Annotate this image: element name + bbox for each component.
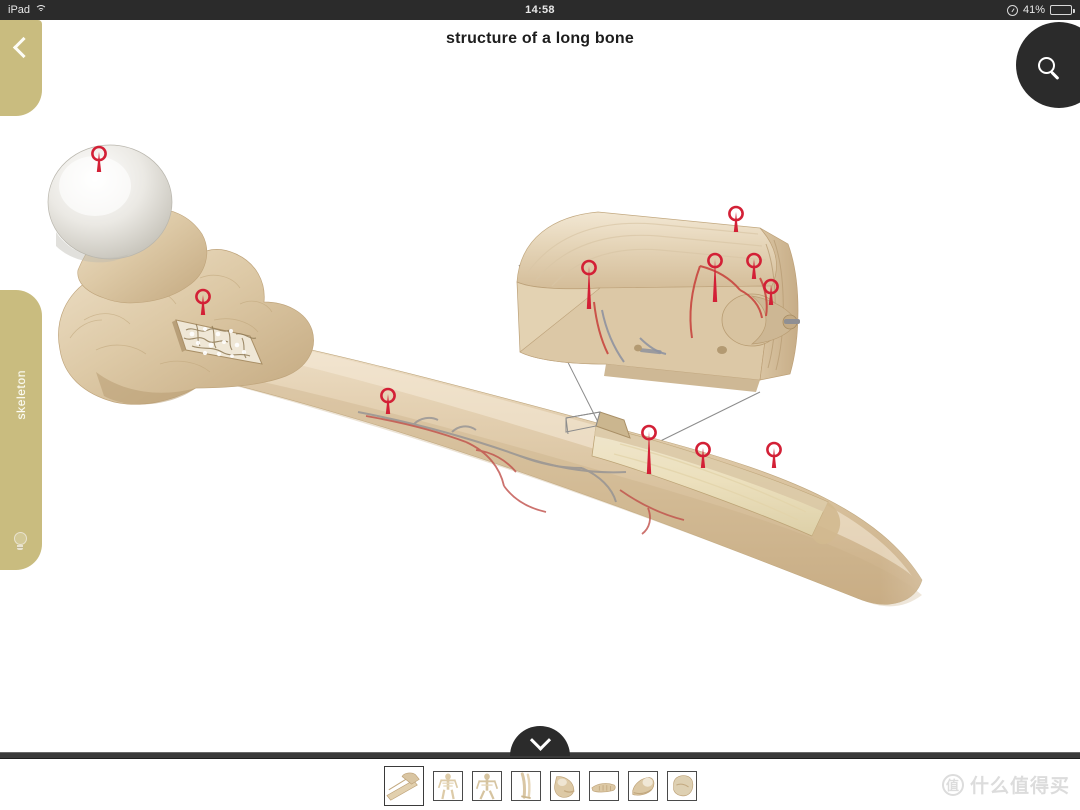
map-pin-nutrient-artery[interactable]: [639, 424, 659, 476]
thumbnail-forearm-bones[interactable]: [510, 771, 541, 801]
map-pin-inset-volkmann-canal[interactable]: [744, 252, 764, 280]
map-pin-femoral-head-articular-cartilage[interactable]: [89, 145, 109, 173]
thumbnail-skeleton-posterior[interactable]: [471, 771, 502, 801]
map-pin-spongy-bone-trabeculae[interactable]: [193, 288, 213, 316]
watermark-text: 什么值得买: [969, 776, 1070, 797]
map-pin-medullary-cavity-yellow-marrow[interactable]: [693, 441, 713, 469]
pin-layer[interactable]: [0, 0, 1080, 810]
thumbnail-knee-joint[interactable]: [549, 771, 580, 801]
thumbnail-long-bone-structure[interactable]: [383, 766, 424, 806]
app-root: iPad 14:58 41% structure of a long bone: [0, 0, 1080, 810]
thumbnail-skeleton-anterior[interactable]: [432, 771, 463, 801]
map-pin-inset-periosteal-vessel[interactable]: [761, 278, 781, 306]
thumbnail-skull-bone[interactable]: [666, 771, 697, 801]
watermark: 值 什么值得买: [941, 771, 1070, 798]
lightbulb-icon[interactable]: [13, 532, 29, 552]
map-pin-periosteum-blood-vessel[interactable]: [378, 387, 398, 415]
map-pin-endosteum[interactable]: [764, 441, 784, 469]
watermark-badge: 值: [941, 773, 964, 796]
map-pin-inset-osteon-haversian-system[interactable]: [705, 252, 725, 304]
sidebar-back-tab[interactable]: [0, 20, 42, 116]
thumbnail-foot-bones[interactable]: [588, 771, 619, 801]
chevron-down-icon: [529, 729, 551, 751]
sidebar-item-skeleton[interactable]: skeleton: [0, 290, 42, 570]
sidebar-item-label: skeleton: [14, 370, 28, 420]
map-pin-inset-outer-circumferential-lamellae[interactable]: [726, 205, 746, 233]
chevron-left-icon: [12, 36, 35, 59]
thumbnail-hip-joint[interactable]: [627, 771, 658, 801]
thumbnail-strip[interactable]: [0, 762, 1080, 810]
map-pin-inset-compact-bone-canal[interactable]: [579, 259, 599, 311]
